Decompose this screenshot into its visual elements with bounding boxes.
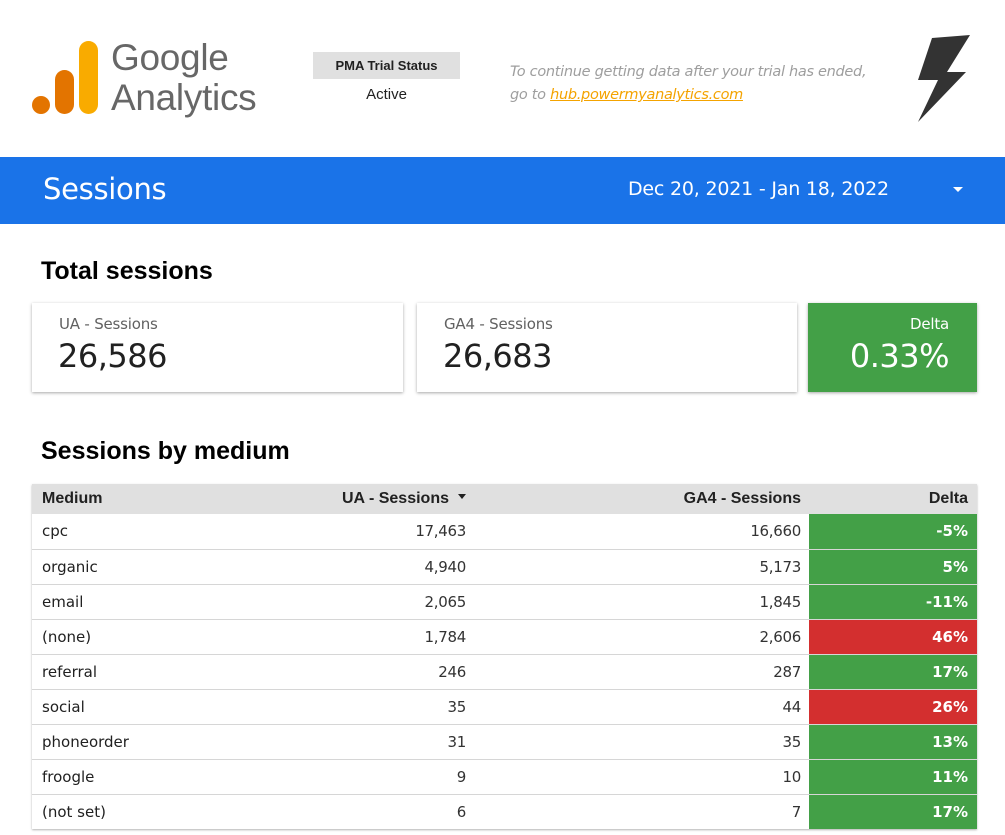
medium-cell: phoneorder [42, 733, 129, 751]
column-header-ua-sessions[interactable]: UA - Sessions [224, 484, 474, 514]
column-header-ga4-sessions[interactable]: GA4 - Sessions [474, 484, 809, 514]
chevron-down-icon[interactable] [953, 187, 963, 192]
table-row: email 2,065 1,845 -11% [32, 584, 977, 619]
scorecard-value: 26,683 [443, 337, 552, 375]
trial-status-label: PMA Trial Status [313, 52, 460, 79]
ga4-sessions-cell: 5,173 [759, 558, 802, 576]
ua-sessions-cell: 2,065 [424, 593, 467, 611]
delta-cell: 17% [809, 655, 977, 689]
medium-cell: froogle [42, 768, 95, 786]
ua-sessions-cell: 9 [456, 768, 467, 786]
medium-cell: email [42, 593, 84, 611]
ga4-sessions-cell: 35 [782, 733, 802, 751]
ga4-sessions-cell: 7 [791, 803, 802, 821]
lightning-bolt-icon [918, 35, 970, 122]
google-analytics-logo: Google Analytics [30, 38, 270, 120]
scorecard-value: 26,586 [58, 337, 167, 375]
logo-line-2: Analytics [111, 77, 257, 118]
delta-cell: 17% [809, 795, 977, 829]
table-row: (not set) 6 7 17% [32, 794, 977, 829]
table-row: cpc 17,463 16,660 -5% [32, 514, 977, 549]
column-header-label: UA - Sessions [342, 490, 449, 507]
ga4-sessions-cell: 287 [773, 663, 801, 681]
scorecard-value: 0.33% [849, 337, 950, 375]
medium-cell: cpc [42, 522, 69, 540]
delta-cell: 26% [809, 690, 977, 724]
table-row: (none) 1,784 2,606 46% [32, 619, 977, 654]
ua-sessions-cell: 6 [456, 803, 467, 821]
ga4-sessions-cell: 10 [782, 768, 802, 786]
table-row: social 35 44 26% [32, 689, 977, 724]
page-title: Sessions [43, 172, 167, 206]
ua-sessions-cell: 4,940 [424, 558, 467, 576]
logo-line-1: Google [111, 37, 229, 78]
logo-dot [32, 96, 50, 114]
trial-status-value: Active [366, 86, 407, 103]
ga4-sessions-cell: 2,606 [759, 628, 802, 646]
table-row: referral 246 287 17% [32, 654, 977, 689]
delta-scorecard: Delta 0.33% [808, 303, 977, 392]
ua-sessions-cell: 35 [447, 698, 467, 716]
medium-cell: organic [42, 558, 98, 576]
scorecard-label: UA - Sessions [59, 315, 158, 333]
scorecard-label: GA4 - Sessions [444, 315, 553, 333]
logo-bar-tall [79, 41, 98, 114]
logo-wordmark: Google Analytics [111, 37, 257, 118]
delta-cell: 46% [809, 620, 977, 654]
delta-cell: 13% [809, 725, 977, 759]
ua-sessions-cell: 1,784 [424, 628, 467, 646]
ua-sessions-cell: 17,463 [415, 522, 466, 540]
ga4-sessions-cell: 44 [782, 698, 802, 716]
medium-cell: (not set) [42, 803, 106, 821]
trial-status: PMA Trial Status Active [313, 52, 460, 103]
table-row: organic 4,940 5,173 5% [32, 549, 977, 584]
ua-sessions-cell: 246 [438, 663, 466, 681]
ga4-sessions-cell: 1,845 [759, 593, 802, 611]
sessions-by-medium-title: Sessions by medium [41, 437, 290, 465]
column-header-medium[interactable]: Medium [32, 484, 224, 514]
delta-cell: 11% [809, 760, 977, 794]
medium-cell: social [42, 698, 85, 716]
table-body: cpc 17,463 16,660 -5% organic 4,940 5,173 5% ema… [32, 514, 977, 829]
table-row: froogle 9 10 11% [32, 759, 977, 794]
sort-descending-icon [458, 494, 466, 500]
page-header-band: Sessions Dec 20, 2021 - Jan 18, 2022 [0, 157, 1005, 224]
table-row: phoneorder 31 35 13% [32, 724, 977, 759]
table-header: Medium UA - Sessions GA4 - Sessions Delt… [32, 484, 977, 514]
sessions-by-medium-table: Medium UA - Sessions GA4 - Sessions Delt… [32, 484, 977, 829]
ua-sessions-scorecard: UA - Sessions 26,586 [32, 303, 403, 392]
ga4-sessions-scorecard: GA4 - Sessions 26,683 [417, 303, 797, 392]
notice-line-2: go to hub.powermyanalytics.com [510, 84, 890, 107]
delta-cell: 5% [809, 550, 977, 584]
medium-cell: referral [42, 663, 98, 681]
trial-notice: To continue getting data after your tria… [510, 61, 890, 107]
column-header-delta[interactable]: Delta [809, 484, 977, 514]
notice-prefix: go to [510, 87, 551, 103]
delta-cell: -11% [809, 585, 977, 619]
delta-cell: -5% [809, 514, 977, 549]
analytics-bars-icon [30, 38, 100, 120]
hub-link[interactable]: hub.powermyanalytics.com [550, 87, 743, 103]
ga4-sessions-cell: 16,660 [750, 522, 801, 540]
notice-line-1: To continue getting data after your tria… [510, 64, 867, 80]
date-range-text: Dec 20, 2021 - Jan 18, 2022 [628, 178, 889, 200]
total-sessions-title: Total sessions [41, 257, 213, 285]
date-range-picker[interactable]: Dec 20, 2021 - Jan 18, 2022 [612, 157, 982, 224]
scorecard-label: Delta [909, 315, 949, 333]
ua-sessions-cell: 31 [447, 733, 467, 751]
medium-cell: (none) [42, 628, 92, 646]
logo-bar-medium [55, 70, 74, 114]
